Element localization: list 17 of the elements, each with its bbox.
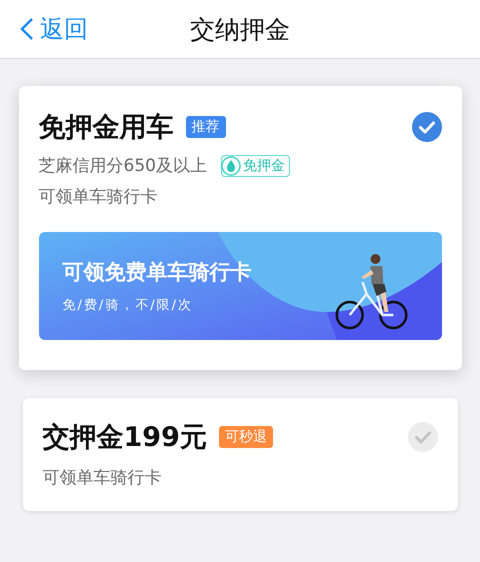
option-title: 免押金用车: [38, 111, 174, 145]
option-note: 可领单车骑行卡: [38, 186, 158, 208]
option-card[interactable]: 免押金用车 推荐 芝麻信用分650及以上 免押金 可领单车骑行卡 可领免费单车骑行卡 免/费/骑，不/限/次: [18, 86, 462, 370]
credit-text: 芝麻信用分650及以上: [38, 155, 207, 177]
deposit-free-badge: 免押金: [220, 154, 290, 176]
check-icon[interactable]: [408, 422, 438, 452]
option-title: 交押金199元: [42, 421, 207, 455]
banner-title: 可领免费单车骑行卡: [62, 259, 252, 286]
banner-subtitle: 免/费/骑，不/限/次: [62, 297, 194, 314]
option-note: 可领单车骑行卡: [42, 467, 162, 489]
tag-label: 可秒退: [218, 426, 273, 448]
option-card[interactable]: 交押金199元 可秒退 可领单车骑行卡: [22, 398, 458, 511]
check-icon[interactable]: [412, 112, 442, 142]
tag-label: 推荐: [186, 116, 226, 138]
drop-icon: [220, 156, 241, 176]
back-icon: [20, 17, 34, 41]
page-title: 交纳押金: [190, 14, 290, 46]
